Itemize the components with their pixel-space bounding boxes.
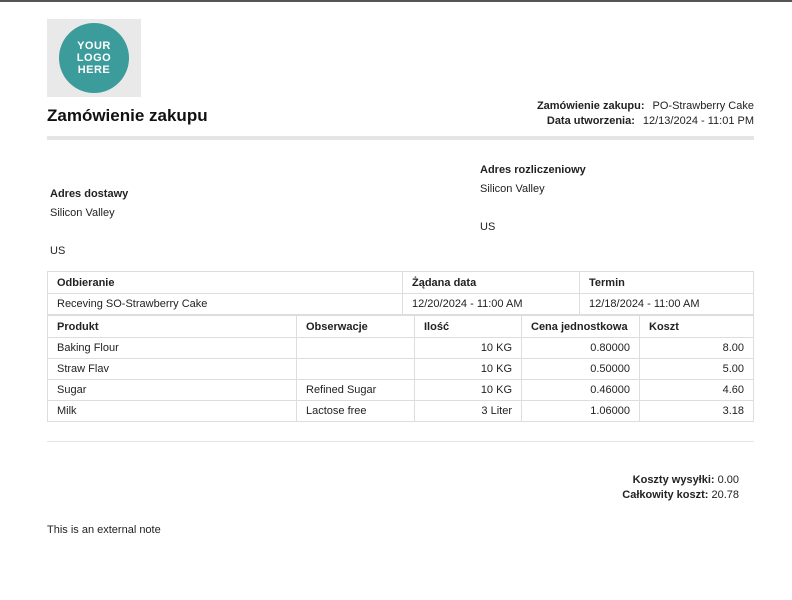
order-number-label: Zamówienie zakupu: <box>536 99 645 112</box>
footer-divider <box>47 441 754 442</box>
header-divider <box>47 136 754 140</box>
billing-address: Adres rozliczeniowy Silicon Valley US <box>480 164 586 233</box>
product-notes <box>296 337 415 359</box>
company-logo: YOUR LOGO HERE <box>47 19 141 97</box>
product-notes <box>296 358 415 380</box>
product-quantity: 10 KG <box>414 337 522 359</box>
requested-date: 12/20/2024 - 11:00 AM <box>402 293 580 315</box>
receiving-name: Receving SO-Strawberry Cake <box>47 293 403 315</box>
product-notes: Refined Sugar <box>296 379 415 401</box>
shipping-cost-label: Koszty wysyłki: <box>632 474 715 486</box>
product-unit-price: 1.06000 <box>521 400 640 422</box>
product-name: Sugar <box>47 379 297 401</box>
total-cost-value: 20.78 <box>711 489 739 501</box>
product-quantity: 10 KG <box>414 379 522 401</box>
table-row: Milk Lactose free 3 Liter 1.06000 3.18 <box>47 400 754 422</box>
shipping-cost-value: 0.00 <box>717 474 739 486</box>
product-unit-price: 0.80000 <box>521 337 640 359</box>
total-cost-row: Całkowity koszt: 20.78 <box>622 489 739 504</box>
column-header: Cena jednostkowa <box>521 315 640 338</box>
logo-text-line: LOGO <box>76 52 112 64</box>
column-header: Odbieranie <box>47 271 403 294</box>
table-row: Sugar Refined Sugar 10 KG 0.46000 4.60 <box>47 379 754 401</box>
order-number-value: PO-Strawberry Cake <box>652 99 754 112</box>
receiving-table: Odbieranie Żądana data Termin Receving S… <box>47 271 754 315</box>
logo-text-line: YOUR <box>77 40 111 52</box>
product-cost: 3.18 <box>639 400 754 422</box>
billing-address-line2: US <box>480 221 496 233</box>
products-header-row: Produkt Obserwacje Ilość Cena jednostkow… <box>47 315 754 338</box>
logo-text-line: HERE <box>77 64 111 76</box>
product-unit-price: 0.50000 <box>521 358 640 380</box>
logo-placeholder: YOUR LOGO HERE <box>59 23 129 93</box>
column-header: Termin <box>579 271 754 294</box>
delivery-address-heading: Adres dostawy <box>50 188 129 200</box>
order-meta: Zamówienie zakupu: PO-Strawberry Cake Da… <box>537 98 754 128</box>
product-cost: 4.60 <box>639 379 754 401</box>
receiving-header-row: Odbieranie Żądana data Termin <box>47 271 754 294</box>
top-border <box>0 0 792 2</box>
product-quantity: 3 Liter <box>414 400 522 422</box>
product-name: Baking Flour <box>47 337 297 359</box>
external-note: This is an external note <box>47 524 161 536</box>
product-cost: 5.00 <box>639 358 754 380</box>
delivery-address-line1: Silicon Valley <box>50 207 115 219</box>
delivery-address-line2: US <box>50 245 66 257</box>
column-header: Ilość <box>414 315 522 338</box>
billing-address-heading: Adres rozliczeniowy <box>480 164 586 176</box>
product-unit-price: 0.46000 <box>521 379 640 401</box>
order-number-row: Zamówienie zakupu: PO-Strawberry Cake <box>537 98 754 113</box>
billing-address-line1: Silicon Valley <box>480 183 545 195</box>
delivery-address: Adres dostawy Silicon Valley US <box>50 188 128 257</box>
created-date-label: Data utworzenia: <box>546 114 635 127</box>
created-date-row: Data utworzenia: 12/13/2024 - 11:01 PM <box>537 113 754 128</box>
products-table: Produkt Obserwacje Ilość Cena jednostkow… <box>47 315 754 422</box>
column-header: Żądana data <box>402 271 580 294</box>
table-row: Receving SO-Strawberry Cake 12/20/2024 -… <box>47 293 754 315</box>
document-title: Zamówienie zakupu <box>47 106 208 125</box>
product-name: Milk <box>47 400 297 422</box>
product-cost: 8.00 <box>639 337 754 359</box>
table-row: Baking Flour 10 KG 0.80000 8.00 <box>47 337 754 359</box>
product-notes: Lactose free <box>296 400 415 422</box>
column-header: Obserwacje <box>296 315 415 338</box>
column-header: Koszt <box>639 315 754 338</box>
shipping-cost-row: Koszty wysyłki: 0.00 <box>622 474 739 489</box>
column-header: Produkt <box>47 315 297 338</box>
table-row: Straw Flav 10 KG 0.50000 5.00 <box>47 358 754 380</box>
totals-block: Koszty wysyłki: 0.00 Całkowity koszt: 20.7… <box>622 474 739 504</box>
total-cost-label: Całkowity koszt: <box>622 489 709 501</box>
created-date-value: 12/13/2024 - 11:01 PM <box>642 114 754 127</box>
deadline-date: 12/18/2024 - 11:00 AM <box>579 293 754 315</box>
product-name: Straw Flav <box>47 358 297 380</box>
product-quantity: 10 KG <box>414 358 522 380</box>
